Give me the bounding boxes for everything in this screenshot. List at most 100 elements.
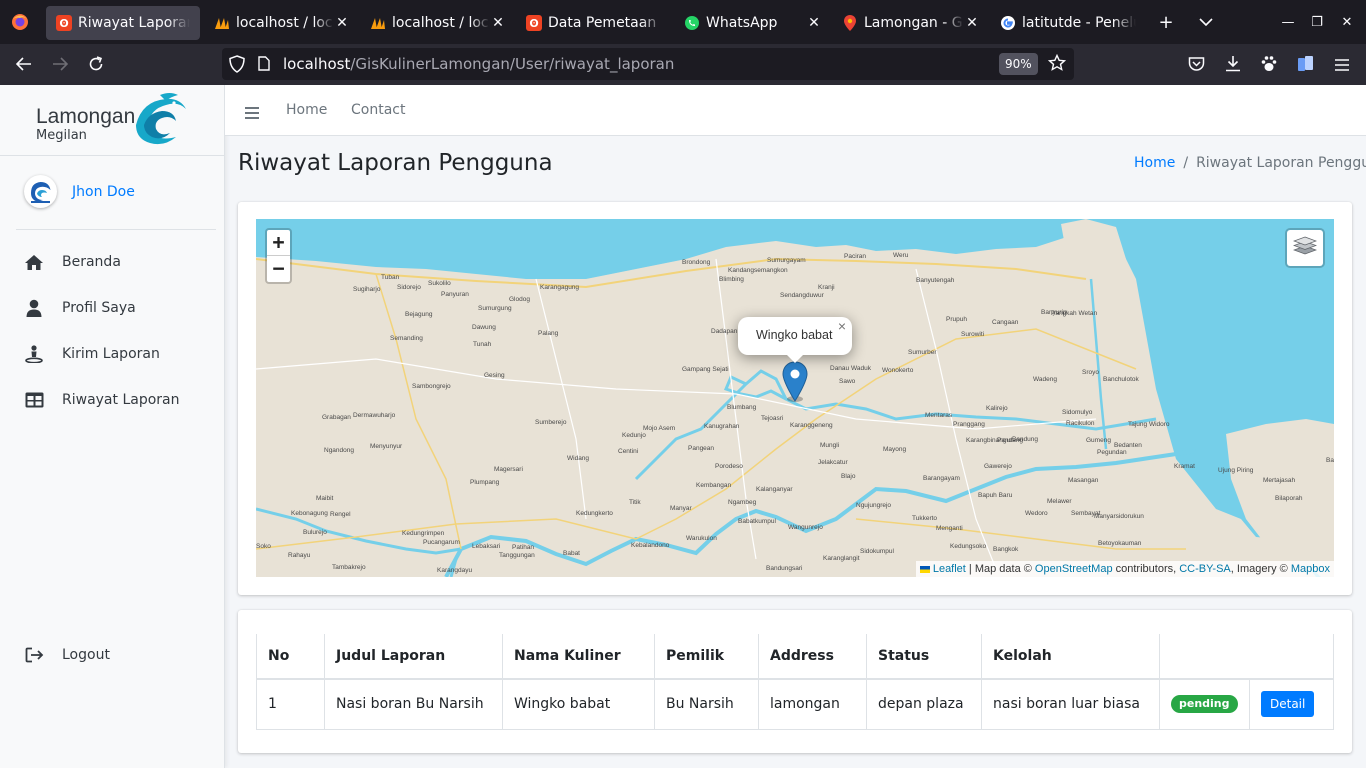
layers-button[interactable] xyxy=(1285,228,1325,268)
firefox-logo-icon[interactable] xyxy=(0,0,40,44)
breadcrumb-home-link[interactable]: Home xyxy=(1134,155,1175,171)
col-header-pemilik: Pemilik xyxy=(654,634,759,680)
map-place-label: Menyunyur xyxy=(370,443,403,450)
map-place-label: Karangagung xyxy=(540,284,579,291)
tab-list-button[interactable] xyxy=(1186,0,1226,44)
breadcrumb-current: Riwayat Laporan Pengguna xyxy=(1196,155,1366,171)
map-place-label: Mungli xyxy=(820,442,839,449)
brand[interactable]: Lamongan Megilan xyxy=(0,85,224,156)
brand-subtitle: Megilan xyxy=(36,128,87,143)
shield-icon[interactable] xyxy=(229,55,245,77)
menu-hamburger-icon[interactable] xyxy=(1334,57,1350,76)
logout-link[interactable]: Logout xyxy=(8,635,218,675)
map-place-label: Pegundan xyxy=(1097,449,1127,456)
map-place-label: Mayong xyxy=(883,446,907,453)
forward-button[interactable] xyxy=(42,46,78,82)
map-place-label: Kebalandono xyxy=(631,542,670,549)
map-place-label: Manyarsidorukun xyxy=(1094,513,1144,520)
tab-riwayat-laporan[interactable]: ʘ Riwayat Laporan Pengguna xyxy=(46,6,200,40)
osm-link[interactable]: OpenStreetMap xyxy=(1035,563,1113,575)
col-header-no: No xyxy=(256,634,325,680)
map-place-label: Wangunrejo xyxy=(788,524,823,531)
reload-button[interactable] xyxy=(78,46,114,82)
tab-phpmyadmin-2[interactable]: localhost / localhost ✕ xyxy=(360,6,516,40)
map-place-label: Kedunjo xyxy=(622,432,646,439)
map-popup: Wingko babat × xyxy=(738,317,852,355)
sidebar-item-label: Kirim Laporan xyxy=(62,346,160,362)
back-button[interactable] xyxy=(6,46,42,82)
close-icon[interactable]: ✕ xyxy=(490,15,506,31)
tab-google-search[interactable]: latitutde - Penelusuran Google xyxy=(990,6,1146,40)
map-place-label: Gumeng xyxy=(1086,437,1111,444)
nav-home-link[interactable]: Home xyxy=(286,85,327,136)
col-header-address: Address xyxy=(758,634,867,680)
sidebar-item-kirim-laporan[interactable]: Kirim Laporan xyxy=(8,334,218,374)
url-bar[interactable]: localhost/GisKulinerLamongan/User/riwaya… xyxy=(222,48,1074,80)
close-icon[interactable]: ✕ xyxy=(806,15,822,31)
sidebar-item-profil[interactable]: Profil Saya xyxy=(8,288,218,328)
zoom-in-button[interactable]: + xyxy=(267,230,290,256)
cell-action: Detail xyxy=(1249,678,1334,730)
extension-paw-icon[interactable] xyxy=(1261,55,1277,76)
map-place-label: Blajo xyxy=(841,473,856,480)
col-header-judul: Judul Laporan xyxy=(324,634,503,680)
extension-book-icon[interactable] xyxy=(1297,55,1314,76)
map-place-label: Pangkah Wetan xyxy=(1051,310,1098,317)
cell-nama: Wingko babat xyxy=(502,678,655,730)
cell-kelolah: nasi boran luar biasa xyxy=(981,678,1160,730)
maximize-button[interactable]: ❐ xyxy=(1302,0,1332,44)
sidebar-item-riwayat-laporan[interactable]: Riwayat Laporan xyxy=(8,380,218,420)
close-icon[interactable]: ✕ xyxy=(964,15,980,31)
new-tab-button[interactable]: + xyxy=(1146,0,1186,44)
tab-google-maps[interactable]: Lamongan - Google Maps ✕ xyxy=(832,6,990,40)
tab-whatsapp[interactable]: WhatsApp ✕ xyxy=(674,6,832,40)
map-place-label: Bilaporah xyxy=(1275,495,1303,502)
close-icon[interactable]: ✕ xyxy=(334,15,350,31)
leaflet-link[interactable]: Leaflet xyxy=(933,563,966,575)
map-place-label: Brondong xyxy=(682,259,711,266)
zoom-badge[interactable]: 90% xyxy=(999,53,1038,75)
map-place-label: Sumurgayam xyxy=(767,257,806,264)
detail-button[interactable]: Detail xyxy=(1261,691,1315,718)
cell-badge: pending xyxy=(1159,678,1250,730)
tab-phpmyadmin-1[interactable]: localhost / localhost ✕ xyxy=(204,6,360,40)
map-place-label: Melawer xyxy=(1047,498,1072,505)
map-place-label: Tukkerto xyxy=(912,515,937,522)
zoom-out-button[interactable]: − xyxy=(267,256,290,282)
bookmark-star-icon[interactable] xyxy=(1047,53,1067,76)
pocket-icon[interactable] xyxy=(1188,56,1205,76)
user-name-link[interactable]: Jhon Doe xyxy=(72,184,135,200)
close-window-button[interactable]: ✕ xyxy=(1332,0,1362,44)
popup-close-button[interactable]: × xyxy=(838,318,846,334)
map-place-label: Dadapan xyxy=(711,328,738,335)
hamburger-toggle-icon[interactable] xyxy=(245,104,259,123)
sidebar-item-label: Beranda xyxy=(62,254,121,270)
nav-contact-link[interactable]: Contact xyxy=(351,85,405,136)
map-place-label: Sidomulyo xyxy=(1062,409,1093,416)
col-header-kelolah: Kelolah xyxy=(981,634,1160,680)
map-place-label: Blimbing xyxy=(719,276,744,283)
brand-logo xyxy=(136,93,186,145)
map-place-label: Titik xyxy=(629,499,641,506)
map-place-label: Weru xyxy=(893,252,909,259)
codeigniter-icon: ʘ xyxy=(526,15,542,31)
logout-icon xyxy=(16,647,52,663)
url-text[interactable]: localhost/GisKulinerLamongan/User/riwaya… xyxy=(283,55,674,73)
leaflet-map[interactable]: Tuban Sukolilo Sidorejo Sugiharjo Panyuran Se… xyxy=(256,219,1334,577)
map-place-label: Gesing xyxy=(484,372,505,379)
avatar[interactable] xyxy=(24,175,57,208)
sidebar-item-label: Profil Saya xyxy=(62,300,136,316)
minimize-button[interactable]: — xyxy=(1273,0,1303,44)
map-place-label: Bangkalan xyxy=(1326,457,1334,464)
mapbox-link[interactable]: Mapbox xyxy=(1291,563,1330,575)
license-link[interactable]: CC-BY-SA xyxy=(1179,563,1231,575)
page-icon[interactable] xyxy=(258,56,270,75)
map-place-label: Betoyokauman xyxy=(1098,540,1142,547)
map-place-label: Palang xyxy=(538,330,559,337)
download-icon[interactable] xyxy=(1225,55,1241,76)
map-attribution: Leaflet | Map data © OpenStreetMap contr… xyxy=(915,561,1334,577)
breadcrumb-separator: / xyxy=(1183,155,1189,171)
sidebar-item-beranda[interactable]: Beranda xyxy=(8,242,218,282)
map-place-label: Babatkumpul xyxy=(738,518,776,525)
tab-data-pemetaan[interactable]: ʘ Data Pemetaan xyxy=(516,6,674,40)
